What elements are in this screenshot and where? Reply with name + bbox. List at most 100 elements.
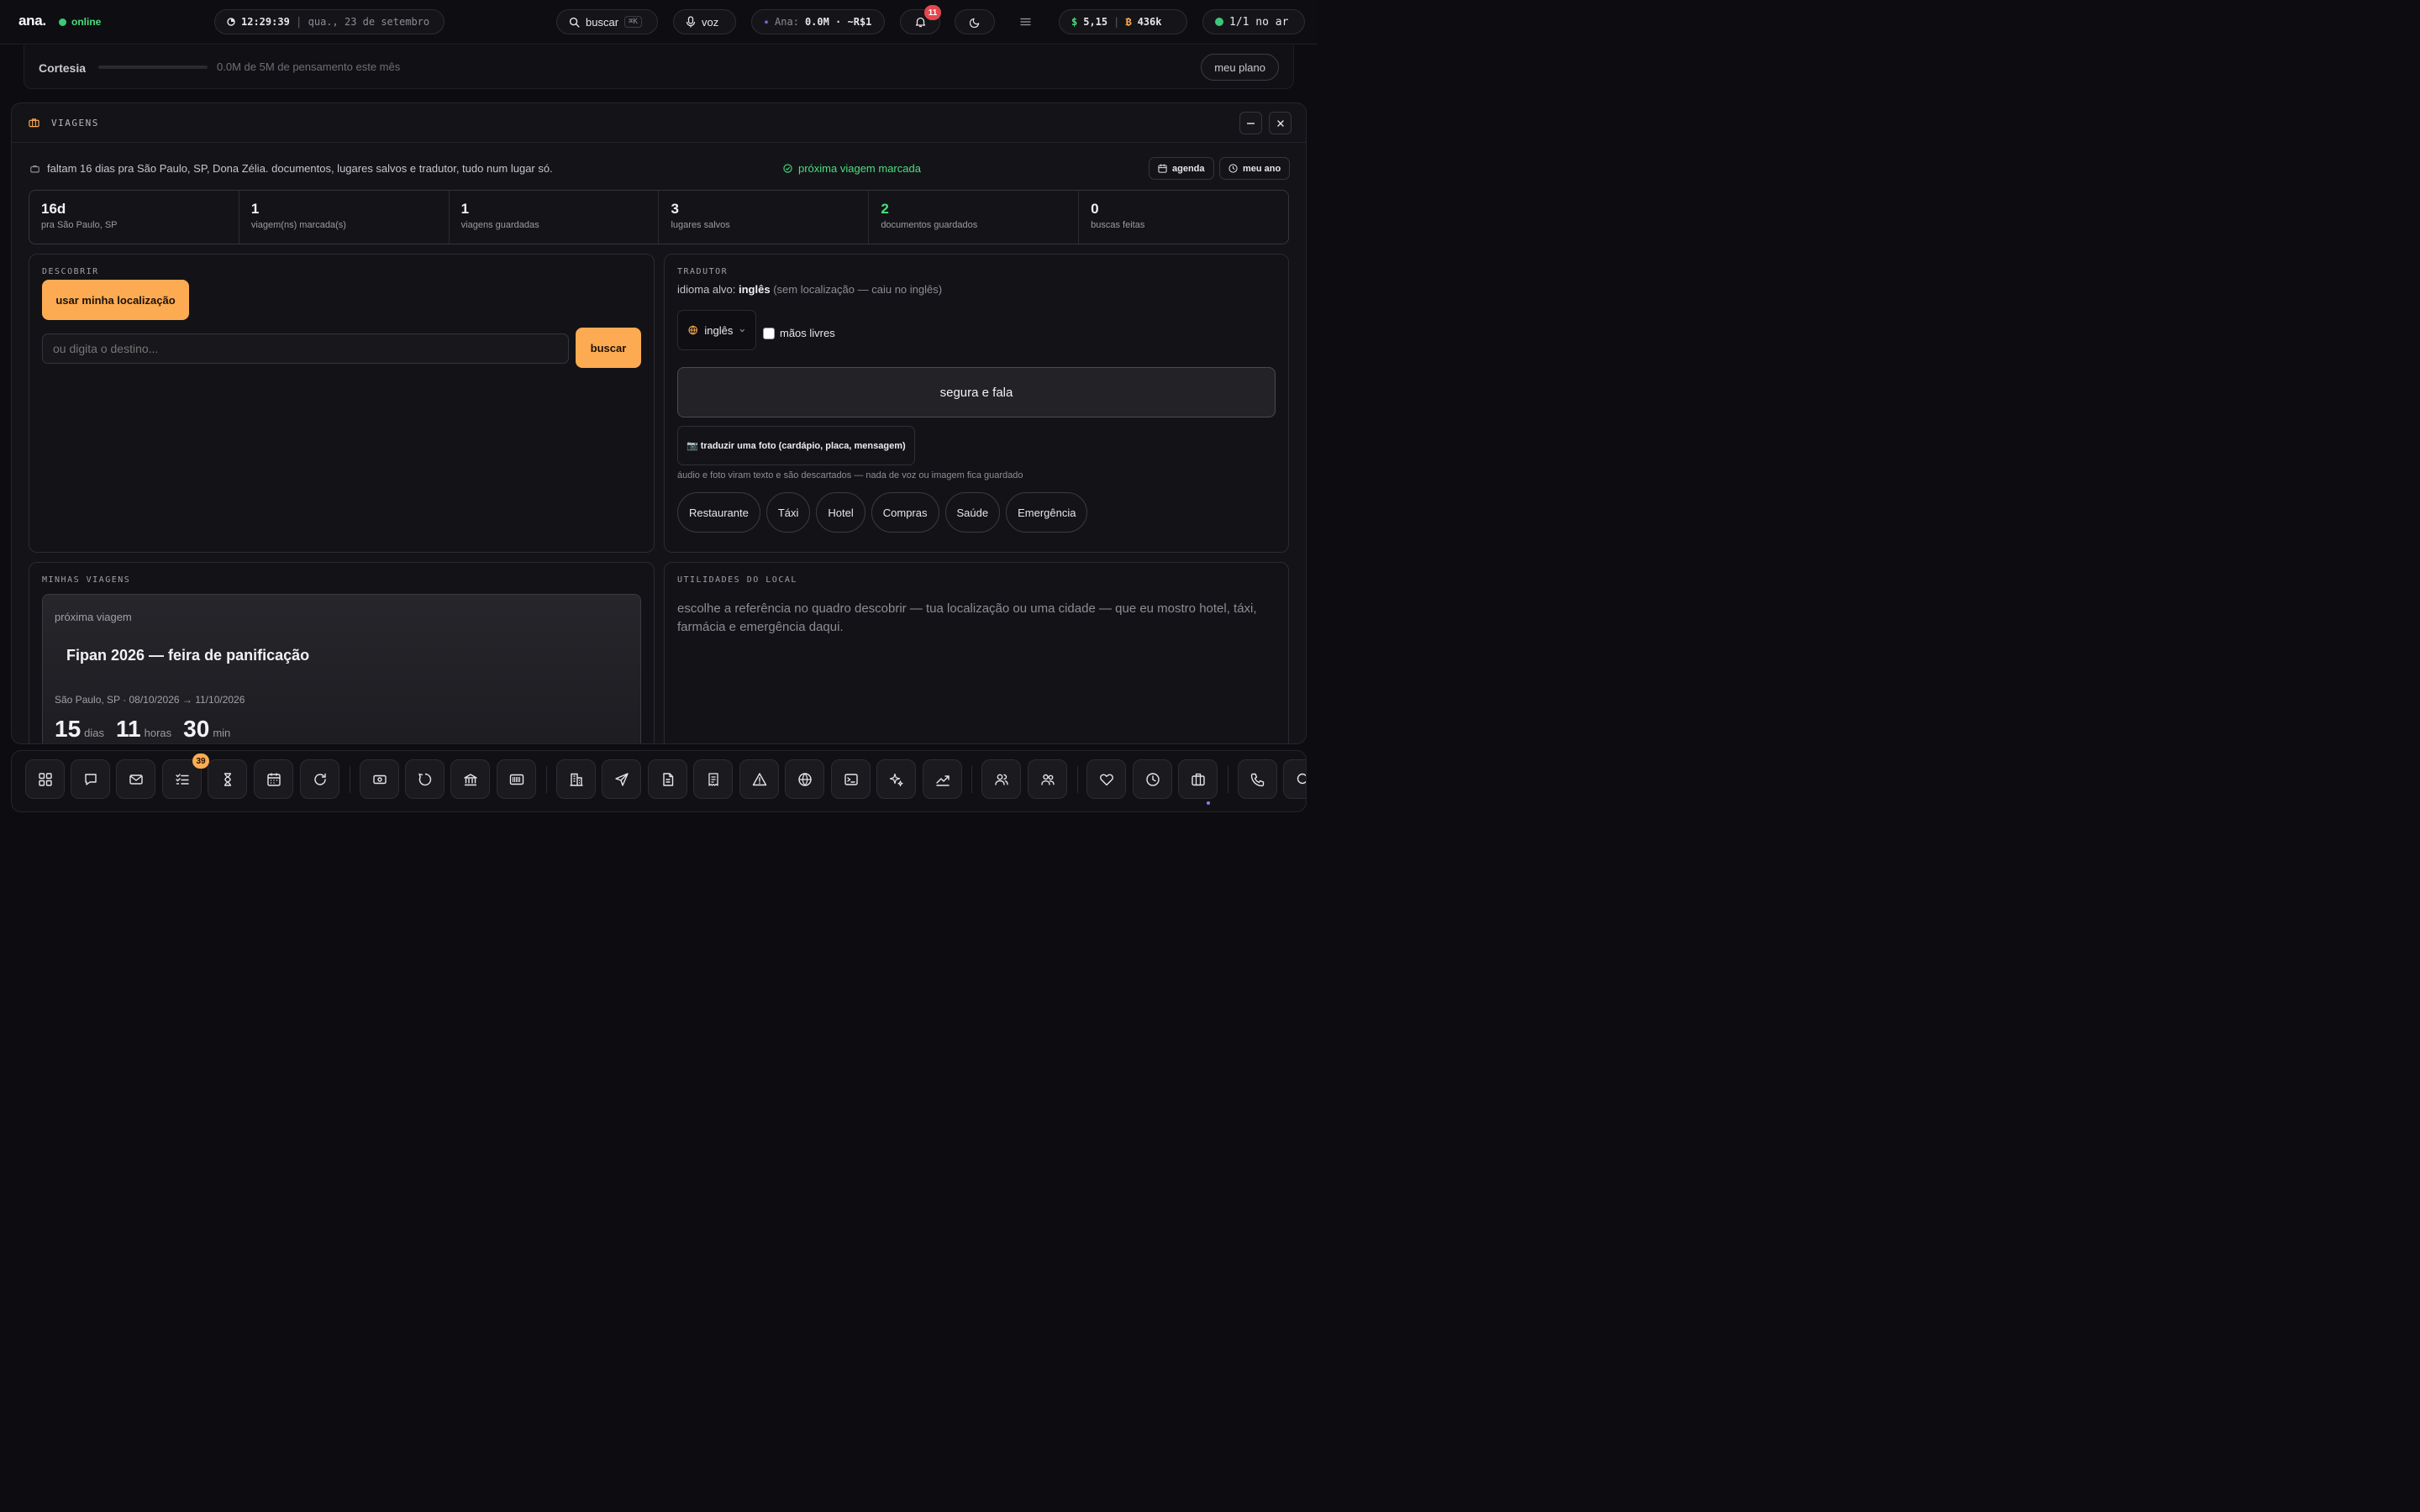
discover-card: DESCOBRIR usar minha localização buscar: [29, 254, 655, 553]
hands-free-checkbox[interactable]: [763, 327, 775, 339]
dock-contacts[interactable]: [981, 759, 1021, 799]
dock-health[interactable]: [1086, 759, 1126, 799]
utilities-title: UTILIDADES DO LOCAL: [677, 575, 797, 585]
dock-history[interactable]: [1133, 759, 1172, 799]
menu-icon[interactable]: [1019, 16, 1032, 28]
my-year-button[interactable]: meu ano: [1219, 157, 1291, 180]
chip-taxi[interactable]: Táxi: [765, 492, 811, 533]
dock-search[interactable]: [1283, 759, 1306, 799]
destination-input[interactable]: [42, 333, 569, 364]
dock-company[interactable]: [556, 759, 596, 799]
team-icon: [1040, 774, 1055, 785]
chip-emergency[interactable]: Emergência: [1006, 492, 1088, 533]
dock-send[interactable]: [602, 759, 641, 799]
agenda-button[interactable]: agenda: [1149, 157, 1214, 180]
dock-timer[interactable]: [208, 759, 247, 799]
dock-ai[interactable]: [876, 759, 916, 799]
search-dock-icon: [1297, 773, 1306, 784]
next-trip-label: próxima viagem marcada: [798, 162, 921, 175]
suitcase-small-icon: [30, 165, 39, 172]
top-bar: ana. online 12:29:39 | qua., 23 de setem…: [0, 0, 1318, 45]
panel-title: VIAGENS: [51, 118, 99, 129]
search-icon: [569, 17, 580, 28]
dock-mail[interactable]: [116, 759, 155, 799]
ana-usage-pill[interactable]: ✷ Ana: 0.0M · ~R$1: [751, 9, 885, 34]
suitcase-icon: [29, 118, 39, 128]
bitcoin-value: 436k: [1137, 16, 1162, 28]
search-destination-button[interactable]: buscar: [576, 328, 641, 368]
bitcoin-icon: ₿: [1125, 15, 1132, 28]
grid-icon: [38, 772, 52, 786]
dock-trends[interactable]: [923, 759, 962, 799]
barcode-icon: [509, 774, 523, 785]
stat-value: 2: [881, 201, 889, 217]
sparkles-icon: [889, 773, 903, 786]
bank-icon: [463, 773, 477, 785]
dock-calendar[interactable]: [254, 759, 293, 799]
clock-pill: 12:29:39 | qua., 23 de setembro: [214, 9, 445, 34]
chip-health[interactable]: Saúde: [944, 492, 1001, 533]
dock-terminal[interactable]: [831, 759, 871, 799]
theme-toggle[interactable]: [955, 9, 995, 34]
dock-divider: [546, 766, 547, 793]
chip-hotel[interactable]: Hotel: [816, 492, 865, 533]
dock-cash[interactable]: [360, 759, 399, 799]
active-indicator: [1207, 801, 1210, 805]
use-location-button[interactable]: usar minha localização: [42, 280, 189, 320]
dock-pix[interactable]: [405, 759, 445, 799]
dock-document[interactable]: [648, 759, 687, 799]
dock-divider: [1077, 766, 1078, 793]
my-plan-button[interactable]: meu plano: [1201, 54, 1279, 81]
next-trip-card[interactable]: próxima viagem Fipan 2026 — feira de pan…: [42, 594, 641, 743]
market-pill[interactable]: $ 5,15 | ₿ 436k: [1059, 9, 1187, 34]
countdown-minutes-unit: min: [213, 727, 231, 739]
translate-photo-button[interactable]: 📷 traduzir uma foto (cardápio, placa, me…: [677, 426, 915, 465]
dock-alerts[interactable]: [739, 759, 779, 799]
hourglass-icon: [224, 772, 231, 786]
globe-dock-icon: [797, 772, 812, 786]
heart-icon: [1099, 773, 1113, 785]
close-button[interactable]: [1269, 112, 1292, 134]
voice-button[interactable]: voz: [673, 9, 736, 34]
hands-free-toggle[interactable]: mãos livres: [763, 327, 835, 339]
sparkle-icon: ✷: [764, 17, 770, 27]
trend-up-icon: [935, 774, 950, 786]
suitcase-dock-icon: [1191, 773, 1205, 785]
language-select[interactable]: inglês: [677, 310, 756, 350]
dock-refresh[interactable]: [300, 759, 339, 799]
stat-value: 0: [1091, 201, 1099, 217]
translator-card: TRADUTOR idioma alvo: inglês (sem locali…: [664, 254, 1289, 553]
panel-header: VIAGENS: [12, 103, 1306, 143]
clock-date: qua., 23 de setembro: [308, 16, 430, 28]
chip-shopping[interactable]: Compras: [871, 492, 939, 533]
dock-barcode[interactable]: [497, 759, 536, 799]
stat-label: documentos guardados: [881, 220, 978, 230]
stat-value: 1: [460, 201, 470, 217]
plan-strip: Cortesia 0.0M de 5M de pensamento este m…: [24, 45, 1294, 89]
app-logo[interactable]: ana.: [18, 13, 46, 29]
ana-label: Ana:: [775, 16, 799, 28]
dock-web[interactable]: [785, 759, 824, 799]
on-air-label: 1/1 no ar: [1229, 15, 1289, 29]
clock-time: 12:29:39: [241, 16, 290, 28]
push-to-talk-button[interactable]: segura e fala: [677, 367, 1276, 417]
dock-phone[interactable]: [1238, 759, 1277, 799]
receipt-icon: [708, 772, 718, 786]
search-button[interactable]: buscar ⌘K: [556, 9, 658, 34]
stat-label: viagens guardadas: [460, 220, 539, 230]
dock-team[interactable]: [1028, 759, 1067, 799]
cash-icon: [372, 774, 387, 784]
minimize-button[interactable]: [1239, 112, 1262, 134]
dock-bank[interactable]: [450, 759, 490, 799]
on-air-pill[interactable]: 1/1 no ar: [1202, 9, 1305, 34]
dock-travel[interactable]: [1178, 759, 1218, 799]
notifications-button[interactable]: 11: [900, 5, 941, 34]
dock-receipt[interactable]: [693, 759, 733, 799]
dock-tasks[interactable]: 39: [162, 753, 209, 799]
dock-chat[interactable]: [71, 759, 110, 799]
chip-restaurant[interactable]: Restaurante: [677, 492, 760, 533]
clock-small-icon: [1228, 164, 1238, 173]
dock-dashboard[interactable]: [25, 759, 65, 799]
check-circle-icon: [783, 164, 792, 173]
clock-dock-icon: [1145, 772, 1160, 786]
